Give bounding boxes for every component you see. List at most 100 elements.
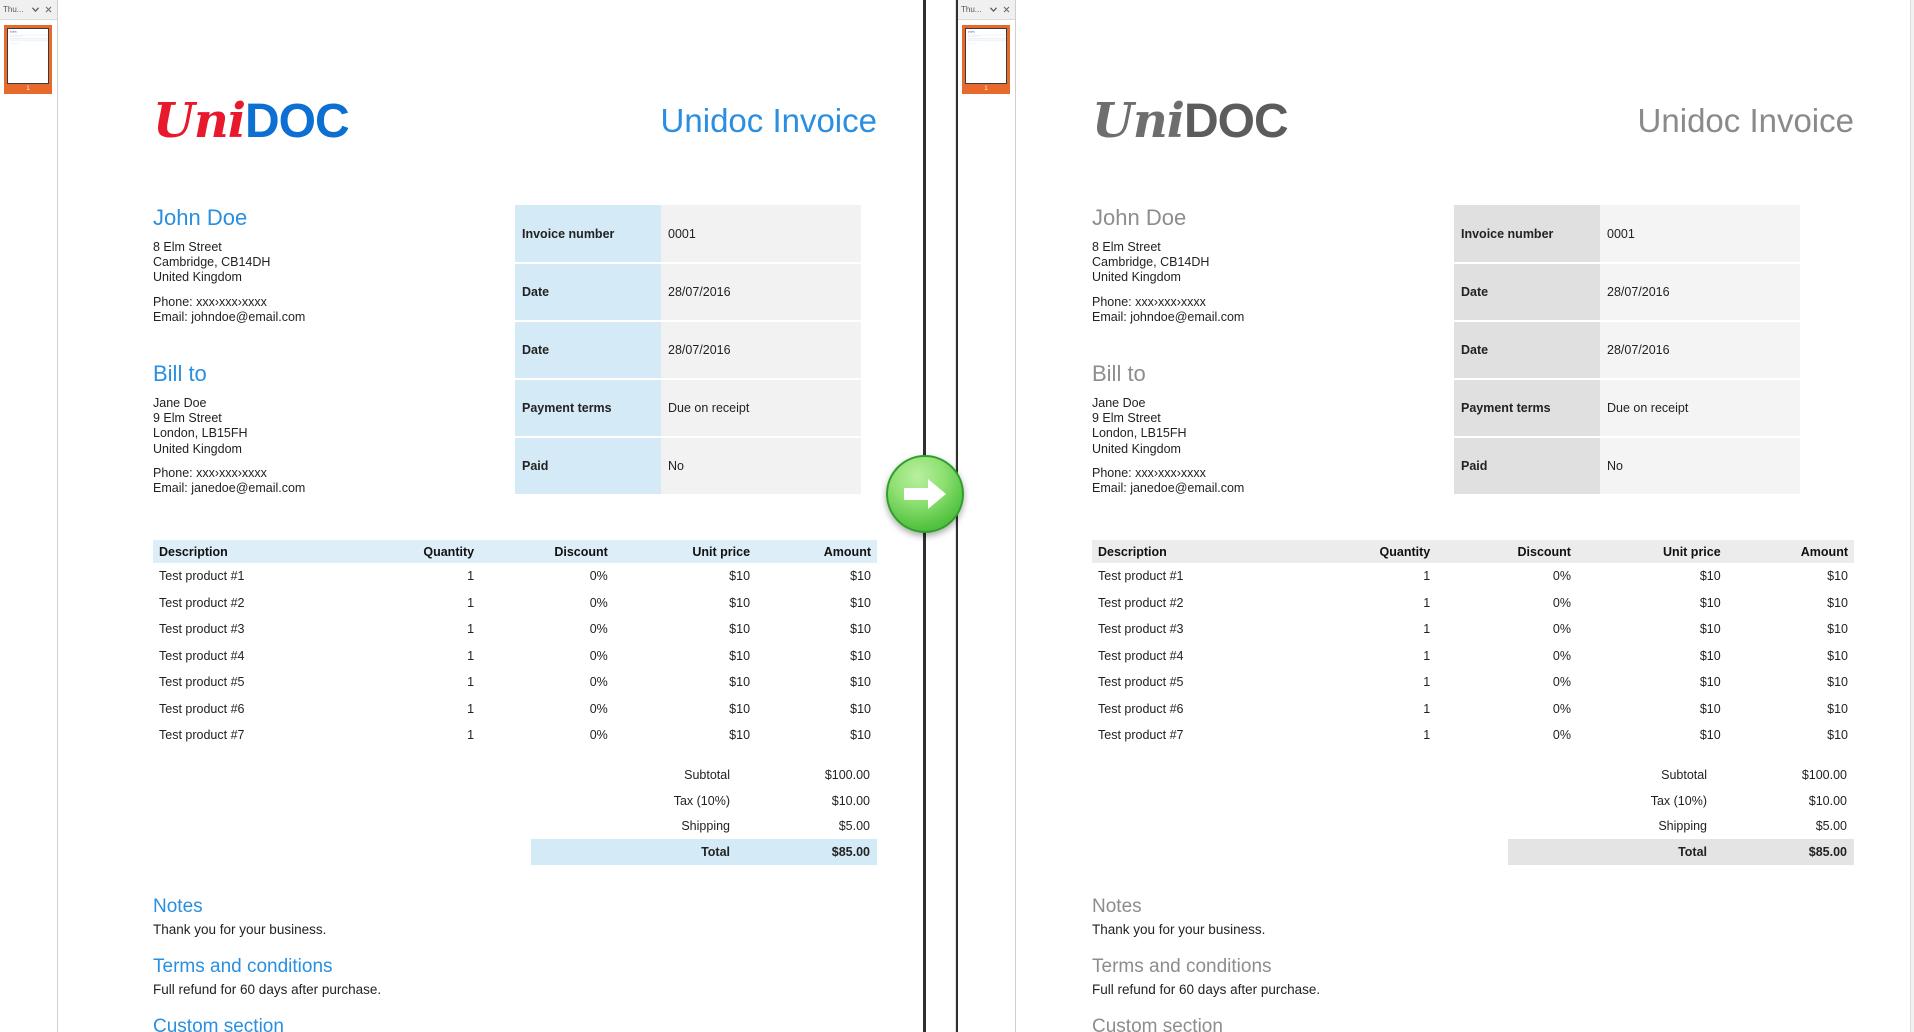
table-row: Date 28/07/2016 [1454, 263, 1800, 323]
cell-unit-price: $10 [1576, 642, 1727, 670]
cell-description: Test product #2 [153, 589, 353, 617]
thumbnail-panel-header-right: Thu... [958, 0, 1015, 20]
meta-value: Due on receipt [661, 379, 861, 439]
cell-discount: 0% [480, 563, 614, 590]
cell-description: Test product #7 [153, 722, 353, 749]
section-body-notes: Thank you for your business. [1092, 921, 1266, 937]
table-row: Test product #6 1 0% $10 $10 [1092, 695, 1854, 723]
cell-quantity: 1 [1301, 563, 1437, 590]
line-items-table: Description Quantity Discount Unit price… [153, 540, 877, 749]
totals-table-converted: Subtotal $100.00 Tax (10%) $10.00 Shipping… [1508, 763, 1854, 865]
cell-amount: $10 [1726, 669, 1854, 696]
cell-quantity: 1 [1301, 722, 1437, 749]
totals-body-converted: Subtotal $100.00 Tax (10%) $10.00 Shipping… [1508, 763, 1854, 865]
thumbnail-panel-left: Thu... UniDOC 1 [0, 0, 58, 1032]
meta-value: 28/07/2016 [1600, 263, 1800, 323]
total-value: $85.00 [1714, 839, 1854, 865]
close-icon[interactable] [43, 4, 54, 15]
chevron-down-icon[interactable] [30, 4, 41, 15]
cell-unit-price: $10 [613, 669, 757, 696]
seller-address-line: Cambridge, CB14DH [1092, 255, 1210, 270]
logo-text-doc: DOC [245, 95, 350, 148]
billto-address-line: United Kingdom [153, 441, 242, 456]
billto-name: Jane Doe [1092, 396, 1146, 411]
invoice-parties-and-meta: John Doe 8 Elm Street Cambridge, CB14DH … [153, 205, 877, 497]
cell-amount: $10 [756, 616, 877, 643]
total-value: $10.00 [1808, 793, 1847, 808]
meta-value: 0001 [661, 205, 861, 265]
seller-address-line: Cambridge, CB14DH [153, 255, 271, 270]
cell-description: Test product #4 [153, 642, 353, 670]
column-header-unit-price: Unit price [1576, 540, 1727, 564]
thumbnail-panel-title-right: Thu... [961, 5, 982, 14]
thumbnail-page-preview: UniDOC [7, 28, 49, 84]
cell-discount: 0% [480, 669, 614, 696]
meta-value: Due on receipt [1600, 379, 1800, 439]
billto-name: Jane Doe [153, 396, 207, 411]
document-pane-converted[interactable]: Thu... UniDOC 1 UniDOC Unidoc Invoice Jo… [958, 0, 1914, 1032]
billto-phone: Phone: xxx›xxx›xxxx [153, 465, 267, 480]
column-header-description: Description [1092, 540, 1302, 564]
cell-description: Test product #2 [1092, 589, 1302, 617]
cell-discount: 0% [480, 616, 614, 643]
converted-document-area[interactable]: UniDOC Unidoc Invoice John Doe 8 Elm Str… [1016, 0, 1914, 1032]
total-value: $10.00 [831, 793, 870, 808]
cell-discount: 0% [480, 695, 614, 723]
meta-value: 28/07/2016 [661, 263, 861, 323]
cell-amount: $10 [1726, 695, 1854, 723]
table-row: Date 28/07/2016 [515, 321, 861, 381]
cell-discount: 0% [1436, 589, 1577, 617]
invoice-sections-converted: Notes Thank you for your business. Terms… [1092, 895, 1854, 1032]
cell-amount: $10 [756, 563, 877, 590]
total-label: Subtotal [684, 768, 730, 783]
cell-description: Test product #5 [1092, 669, 1302, 696]
cell-unit-price: $10 [613, 616, 757, 643]
table-row: Description Quantity Discount Unit price… [153, 540, 877, 564]
invoice-meta-body: Invoice number 0001 Date 28/07/2016 Date 28… [515, 205, 861, 497]
meta-value: No [661, 437, 861, 497]
table-row: Invoice number 0001 [515, 205, 861, 265]
table-row: Payment terms Due on receipt [515, 379, 861, 439]
seller-address: 8 Elm Street Cambridge, CB14DH United Ki… [1092, 240, 1422, 325]
vertical-scrollbar[interactable] [1910, 0, 1914, 1032]
logo-text-uni: Uni [153, 93, 246, 149]
meta-key: Date [1454, 321, 1600, 381]
table-row: Test product #3 1 0% $10 $10 [153, 616, 877, 643]
section-body-terms: Full refund for 60 days after purchase. [1092, 981, 1321, 997]
table-row: Test product #7 1 0% $10 $10 [1092, 722, 1854, 749]
cell-description: Test product #6 [1092, 695, 1302, 723]
total-value: $85.00 [737, 839, 877, 865]
seller-email: Email: johndoe@email.com [153, 309, 306, 324]
cell-unit-price: $10 [613, 722, 757, 749]
thumbnail-mini-render: UniDOC [9, 30, 48, 44]
cell-description: Test product #3 [153, 616, 353, 643]
billto-phone: Phone: xxx›xxx›xxxx [1092, 465, 1206, 480]
column-header-discount: Discount [480, 540, 614, 564]
thumbnail-item-page-1[interactable]: UniDOC 1 [4, 25, 52, 94]
table-row: Invoice number 0001 [1454, 205, 1800, 265]
document-pane-original[interactable]: UniDOC Unidoc Invoice John Doe 8 Elm Str… [58, 0, 956, 1032]
cell-unit-price: $10 [1576, 616, 1727, 643]
table-row: Date 28/07/2016 [515, 263, 861, 323]
convert-arrow-button[interactable] [886, 455, 964, 533]
cell-quantity: 1 [352, 563, 481, 590]
column-header-quantity: Quantity [1301, 540, 1437, 564]
billto-address-line: London, LB15FH [1092, 426, 1187, 441]
total-label: Shipping [681, 819, 730, 834]
cell-quantity: 1 [352, 642, 481, 670]
table-row-grand-total: Total $85.00 [531, 839, 877, 865]
thumbnail-list: UniDOC 1 [0, 20, 57, 1032]
column-header-discount: Discount [1436, 540, 1577, 564]
column-header-quantity: Quantity [352, 540, 481, 564]
thumbnail-item-page-1-right[interactable]: UniDOC 1 [962, 25, 1010, 94]
cell-description: Test product #7 [1092, 722, 1302, 749]
close-icon[interactable] [1001, 4, 1012, 15]
cell-discount: 0% [1436, 695, 1577, 723]
cell-discount: 0% [480, 642, 614, 670]
cell-quantity: 1 [1301, 695, 1437, 723]
chevron-down-icon[interactable] [988, 4, 999, 15]
cell-quantity: 1 [352, 722, 481, 749]
meta-key: Invoice number [515, 205, 661, 265]
meta-key: Paid [515, 437, 661, 497]
invoice-sections: Notes Thank you for your business. Terms… [153, 895, 877, 1032]
